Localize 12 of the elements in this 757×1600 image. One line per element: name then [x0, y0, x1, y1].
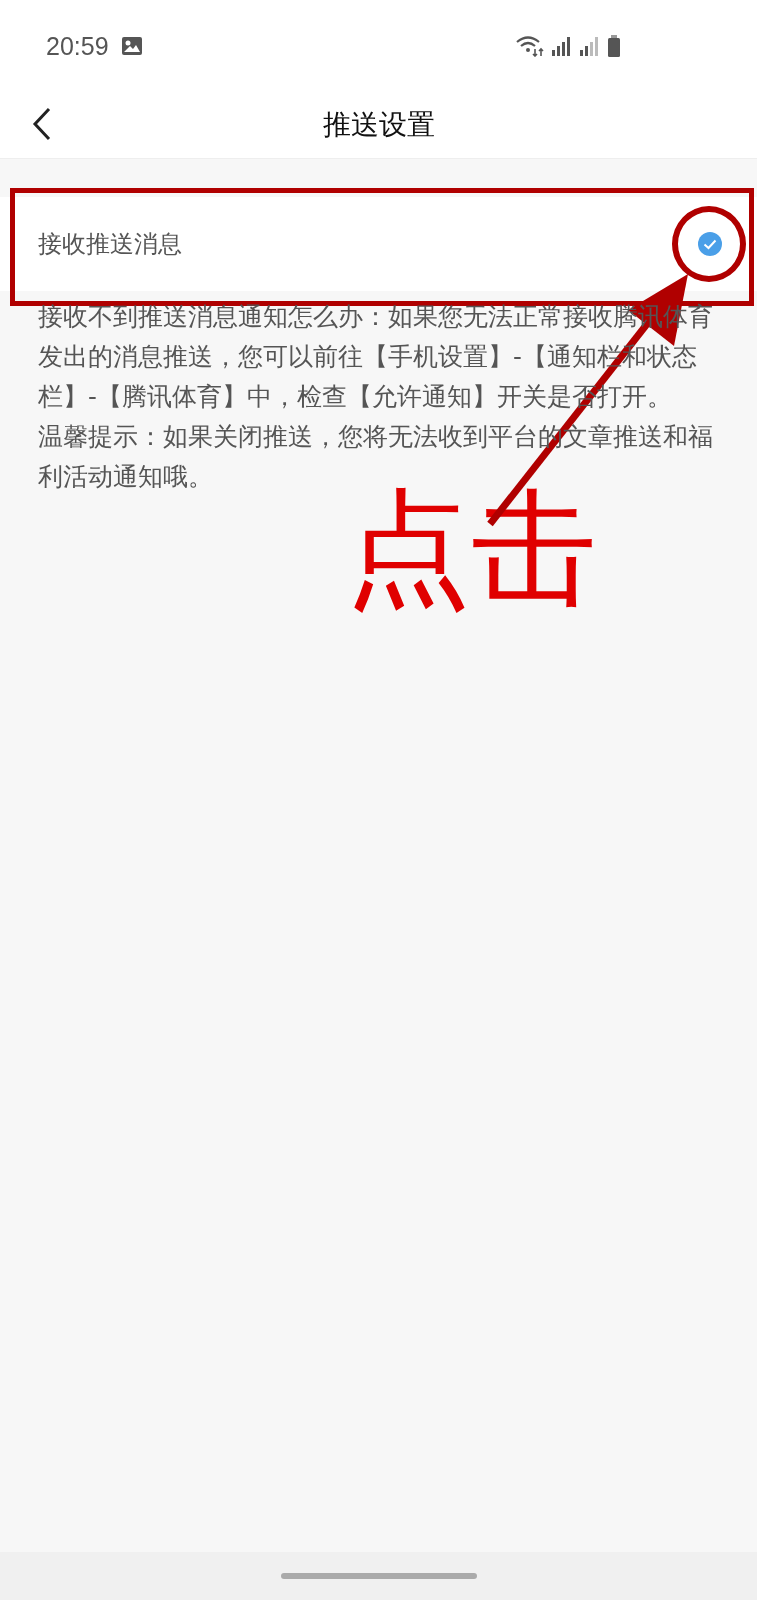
- battery-icon: [607, 35, 621, 57]
- checkbox[interactable]: [697, 231, 723, 257]
- annotation-text: 点击: [345, 480, 597, 619]
- status-time: 20:59: [46, 31, 109, 61]
- signal-icon: [551, 35, 573, 57]
- setting-label: 接收推送消息: [38, 229, 182, 260]
- wifi-icon: [515, 35, 545, 57]
- image-icon: [120, 36, 143, 56]
- back-button[interactable]: [32, 107, 52, 141]
- signal-icon: [579, 35, 601, 57]
- page-title: 推送设置: [322, 107, 435, 143]
- settings-row[interactable]: 接收推送消息: [0, 197, 757, 291]
